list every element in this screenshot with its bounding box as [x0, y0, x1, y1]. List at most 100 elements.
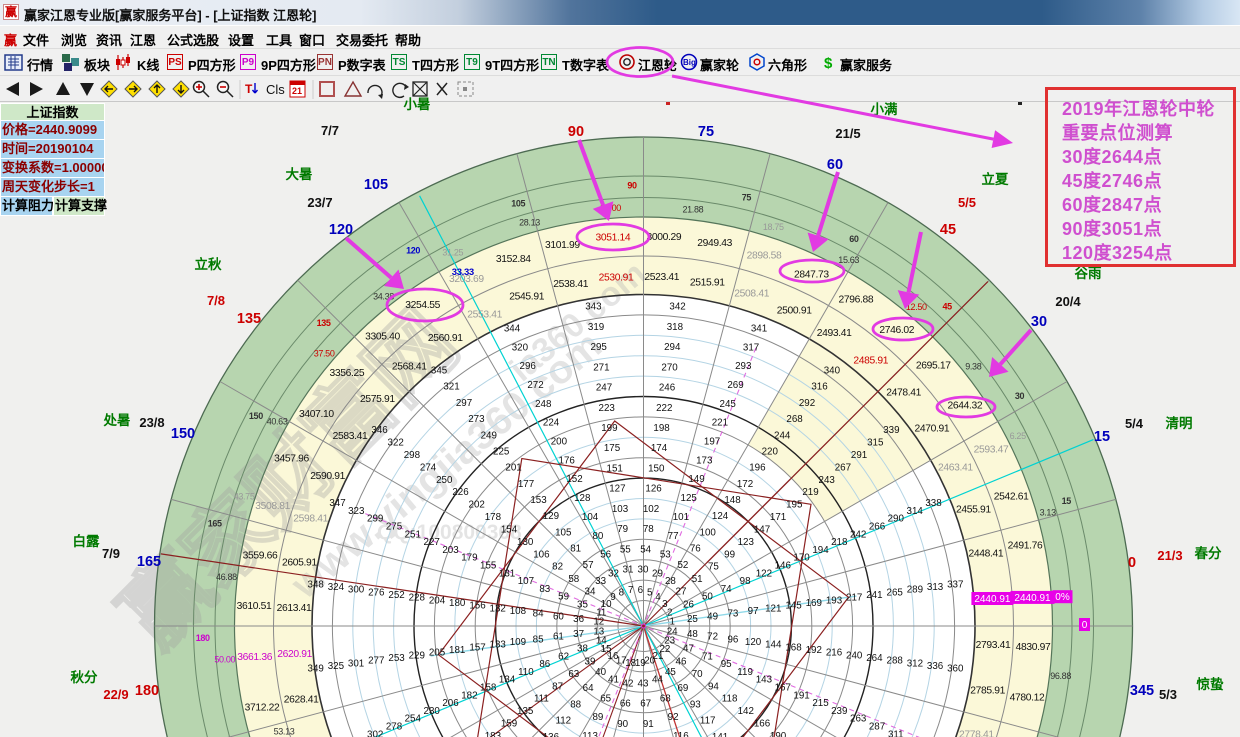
svg-text:152: 152 — [566, 474, 582, 485]
svg-text:34.38: 34.38 — [373, 292, 394, 302]
svg-text:135: 135 — [237, 311, 261, 327]
svg-text:298: 298 — [404, 450, 421, 461]
svg-text:120: 120 — [329, 222, 353, 238]
svg-text:175: 175 — [604, 443, 621, 454]
svg-text:0: 0 — [1128, 555, 1136, 571]
svg-text:96: 96 — [727, 634, 738, 645]
svg-text:251: 251 — [405, 529, 421, 540]
svg-text:25: 25 — [687, 614, 698, 625]
svg-text:296: 296 — [520, 361, 537, 372]
svg-text:229: 229 — [409, 650, 425, 661]
svg-text:7: 7 — [628, 585, 633, 596]
svg-text:30: 30 — [1015, 391, 1025, 401]
svg-text:6: 6 — [638, 585, 644, 596]
svg-text:2568.41: 2568.41 — [392, 361, 427, 372]
svg-text:68: 68 — [660, 693, 671, 704]
svg-text:52: 52 — [677, 560, 688, 571]
svg-text:325: 325 — [328, 661, 345, 672]
svg-text:60: 60 — [827, 157, 843, 173]
svg-text:167: 167 — [775, 683, 791, 694]
svg-text:45: 45 — [665, 667, 676, 678]
svg-text:26: 26 — [683, 600, 694, 611]
svg-text:79: 79 — [617, 524, 628, 535]
svg-text:56: 56 — [600, 550, 611, 561]
svg-text:8: 8 — [619, 587, 625, 598]
svg-text:104: 104 — [582, 512, 599, 523]
svg-text:313: 313 — [927, 582, 944, 593]
svg-text:299: 299 — [367, 514, 383, 525]
svg-text:春分: 春分 — [1194, 545, 1223, 561]
svg-text:183: 183 — [485, 731, 502, 737]
svg-text:226: 226 — [452, 487, 469, 498]
svg-text:199: 199 — [601, 423, 617, 434]
svg-text:293: 293 — [735, 361, 752, 372]
svg-text:50.00: 50.00 — [214, 655, 235, 665]
svg-text:81: 81 — [570, 544, 581, 555]
svg-text:147: 147 — [754, 525, 770, 536]
svg-text:2575.91: 2575.91 — [360, 394, 395, 405]
svg-text:131: 131 — [499, 568, 515, 579]
svg-text:316: 316 — [811, 382, 828, 393]
svg-text:小暑: 小暑 — [404, 97, 431, 112]
svg-text:2545.91: 2545.91 — [509, 292, 544, 303]
svg-text:165: 165 — [137, 554, 161, 570]
svg-text:141: 141 — [712, 732, 728, 737]
svg-text:33.33: 33.33 — [452, 267, 474, 278]
svg-text:15: 15 — [1094, 429, 1110, 445]
svg-text:169: 169 — [806, 598, 822, 609]
svg-text:63: 63 — [568, 669, 579, 680]
svg-text:51: 51 — [692, 574, 703, 585]
svg-text:111: 111 — [534, 694, 549, 705]
svg-text:182: 182 — [461, 690, 477, 701]
svg-text:3356.25: 3356.25 — [330, 368, 365, 379]
svg-text:264: 264 — [866, 653, 883, 664]
svg-text:344: 344 — [504, 324, 521, 335]
svg-text:342: 342 — [669, 302, 685, 313]
svg-text:347: 347 — [329, 498, 345, 509]
svg-text:314: 314 — [907, 506, 924, 517]
svg-text:343: 343 — [585, 302, 602, 313]
svg-text:21.88: 21.88 — [683, 204, 704, 214]
svg-text:322: 322 — [388, 438, 404, 449]
svg-text:290: 290 — [888, 514, 905, 525]
svg-text:300: 300 — [348, 585, 365, 596]
svg-text:271: 271 — [593, 362, 609, 373]
svg-text:277: 277 — [368, 656, 384, 667]
svg-text:立夏: 立夏 — [982, 171, 1010, 187]
svg-text:73: 73 — [727, 609, 738, 620]
svg-text:27: 27 — [676, 587, 687, 598]
svg-text:3254.55: 3254.55 — [405, 300, 440, 311]
svg-text:3661.36: 3661.36 — [237, 652, 272, 663]
svg-text:201: 201 — [505, 463, 521, 474]
svg-text:23: 23 — [664, 636, 675, 647]
svg-text:105: 105 — [555, 527, 572, 538]
svg-text:107: 107 — [518, 576, 534, 587]
svg-text:206: 206 — [442, 698, 459, 709]
svg-text:惊蛰: 惊蛰 — [1196, 676, 1225, 692]
svg-text:39: 39 — [585, 656, 596, 667]
svg-text:177: 177 — [518, 479, 534, 490]
svg-text:321: 321 — [443, 382, 459, 393]
svg-text:2455.91: 2455.91 — [956, 505, 991, 516]
svg-text:320: 320 — [512, 342, 529, 353]
svg-text:2491.76: 2491.76 — [1008, 540, 1043, 551]
svg-text:53: 53 — [660, 550, 671, 561]
svg-text:90: 90 — [627, 181, 637, 191]
svg-text:126: 126 — [645, 484, 662, 495]
svg-text:2785.91: 2785.91 — [970, 685, 1005, 696]
svg-text:151: 151 — [607, 464, 623, 475]
svg-text:2593.47: 2593.47 — [974, 444, 1009, 455]
svg-text:105: 105 — [511, 199, 525, 209]
svg-text:119: 119 — [737, 667, 753, 678]
svg-text:3712.22: 3712.22 — [245, 703, 280, 714]
svg-text:341: 341 — [751, 324, 767, 335]
svg-text:66: 66 — [620, 699, 631, 710]
svg-text:15.63: 15.63 — [838, 255, 859, 265]
svg-text:289: 289 — [907, 585, 923, 596]
svg-text:70: 70 — [692, 669, 703, 680]
svg-text:130: 130 — [517, 537, 534, 548]
svg-text:31.25: 31.25 — [442, 247, 463, 257]
svg-text:2695.17: 2695.17 — [916, 361, 951, 372]
svg-text:173: 173 — [696, 455, 713, 466]
svg-text:41: 41 — [608, 675, 619, 686]
